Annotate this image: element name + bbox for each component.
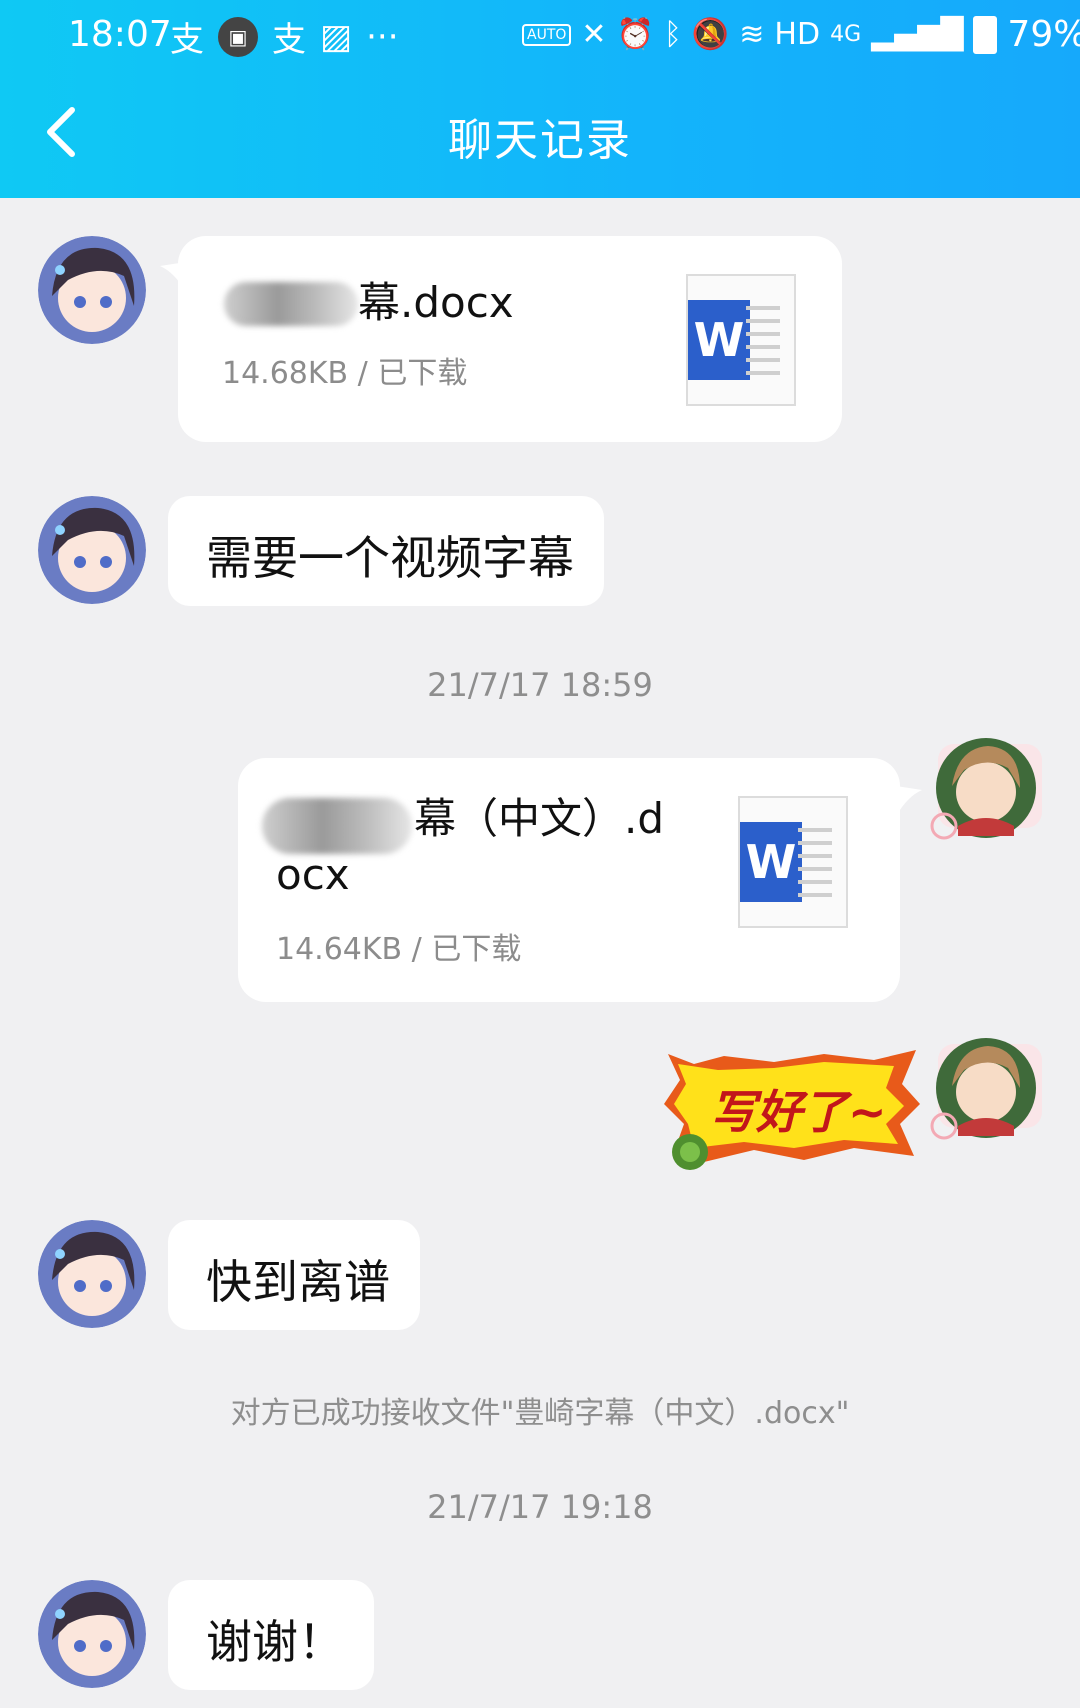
avatar-image bbox=[38, 1220, 146, 1328]
page-title: 聊天记录 bbox=[448, 115, 632, 166]
sticker-message[interactable]: 写好了~ bbox=[654, 1044, 924, 1174]
avatar-image bbox=[38, 496, 146, 604]
x-icon: ✕ bbox=[581, 17, 607, 52]
file-message[interactable]: 幕（中文）.d ocx 14.64KB / 已下载 W bbox=[238, 758, 900, 1002]
timestamp: 21/7/17 18:59 bbox=[427, 666, 653, 704]
mute-icon: 🔕 bbox=[691, 17, 730, 52]
system-message: 对方已成功接收文件"豊崎字幕（中文）.docx" bbox=[230, 1396, 850, 1431]
sticker-text: 写好了~ bbox=[710, 1085, 887, 1139]
more-dots-icon: ··· bbox=[366, 16, 399, 57]
auto-icon: AUTO bbox=[522, 23, 572, 46]
file-meta: 14.64KB / 已下载 bbox=[276, 932, 522, 967]
file-name-line2: ocx bbox=[276, 850, 350, 899]
word-file-icon: W bbox=[738, 796, 848, 928]
my-avatar[interactable] bbox=[928, 1026, 1048, 1146]
text-message[interactable]: 快到离谱 bbox=[168, 1220, 420, 1330]
notification-icons: 支 ▣ 支 ▨ ··· bbox=[170, 12, 399, 61]
timestamp: 21/7/17 19:18 bbox=[427, 1488, 653, 1526]
avatar-image bbox=[38, 1580, 146, 1688]
system-icons: AUTO ✕ ⏰ ᛒ 🔕 ≋ HD 4G ▂▄▆█ 79% bbox=[522, 14, 1080, 55]
avatar-image bbox=[930, 1038, 1042, 1140]
alipay-icon: 支 bbox=[170, 20, 204, 60]
4g-label: 4G bbox=[830, 22, 862, 47]
blurred-filename bbox=[262, 798, 412, 854]
status-bar: 18:07 支 ▣ 支 ▨ ··· AUTO ✕ ⏰ ᛒ 🔕 ≋ HD 4G ▂… bbox=[0, 0, 1080, 72]
file-message[interactable]: 幕.docx 14.68KB / 已下载 W bbox=[178, 236, 842, 442]
alipay-icon: 支 bbox=[272, 20, 306, 60]
avatar-image bbox=[930, 738, 1042, 840]
bluetooth-icon: ᛒ bbox=[663, 17, 682, 52]
blurred-filename bbox=[224, 282, 358, 326]
wifi-icon: ≋ bbox=[739, 17, 765, 52]
word-file-icon: W bbox=[686, 274, 796, 406]
battery-icon bbox=[973, 15, 998, 54]
message-text: 谢谢！ bbox=[206, 1615, 344, 1669]
bubble-tail bbox=[896, 786, 922, 816]
avatar-image bbox=[38, 236, 146, 344]
message-text: 快到离谱 bbox=[206, 1255, 390, 1309]
file-name-line1: 幕（中文）.d bbox=[414, 794, 665, 843]
message-text: 需要一个视频字幕 bbox=[206, 531, 574, 585]
alarm-icon: ⏰ bbox=[616, 17, 654, 52]
status-time: 18:07 bbox=[68, 14, 172, 55]
top-bar: 18:07 支 ▣ 支 ▨ ··· AUTO ✕ ⏰ ᛒ 🔕 ≋ HD 4G ▂… bbox=[0, 0, 1080, 198]
bubble-tail bbox=[160, 262, 186, 292]
contact-avatar[interactable] bbox=[38, 236, 146, 344]
my-avatar[interactable] bbox=[928, 726, 1048, 846]
contact-avatar[interactable] bbox=[38, 1580, 146, 1688]
file-name: 幕.docx bbox=[358, 278, 514, 327]
hd-label: HD bbox=[774, 17, 821, 52]
file-meta: 14.68KB / 已下载 bbox=[222, 356, 468, 391]
battery-percent: 79% bbox=[1007, 14, 1080, 55]
app-icon: ▣ bbox=[218, 16, 258, 57]
signal-icon: ▂▄▆█ bbox=[871, 17, 964, 52]
contact-avatar[interactable] bbox=[38, 496, 146, 604]
text-message[interactable]: 谢谢！ bbox=[168, 1580, 374, 1690]
image-icon: ▨ bbox=[320, 16, 353, 57]
text-message[interactable]: 需要一个视频字幕 bbox=[168, 496, 604, 606]
contact-avatar[interactable] bbox=[38, 1220, 146, 1328]
